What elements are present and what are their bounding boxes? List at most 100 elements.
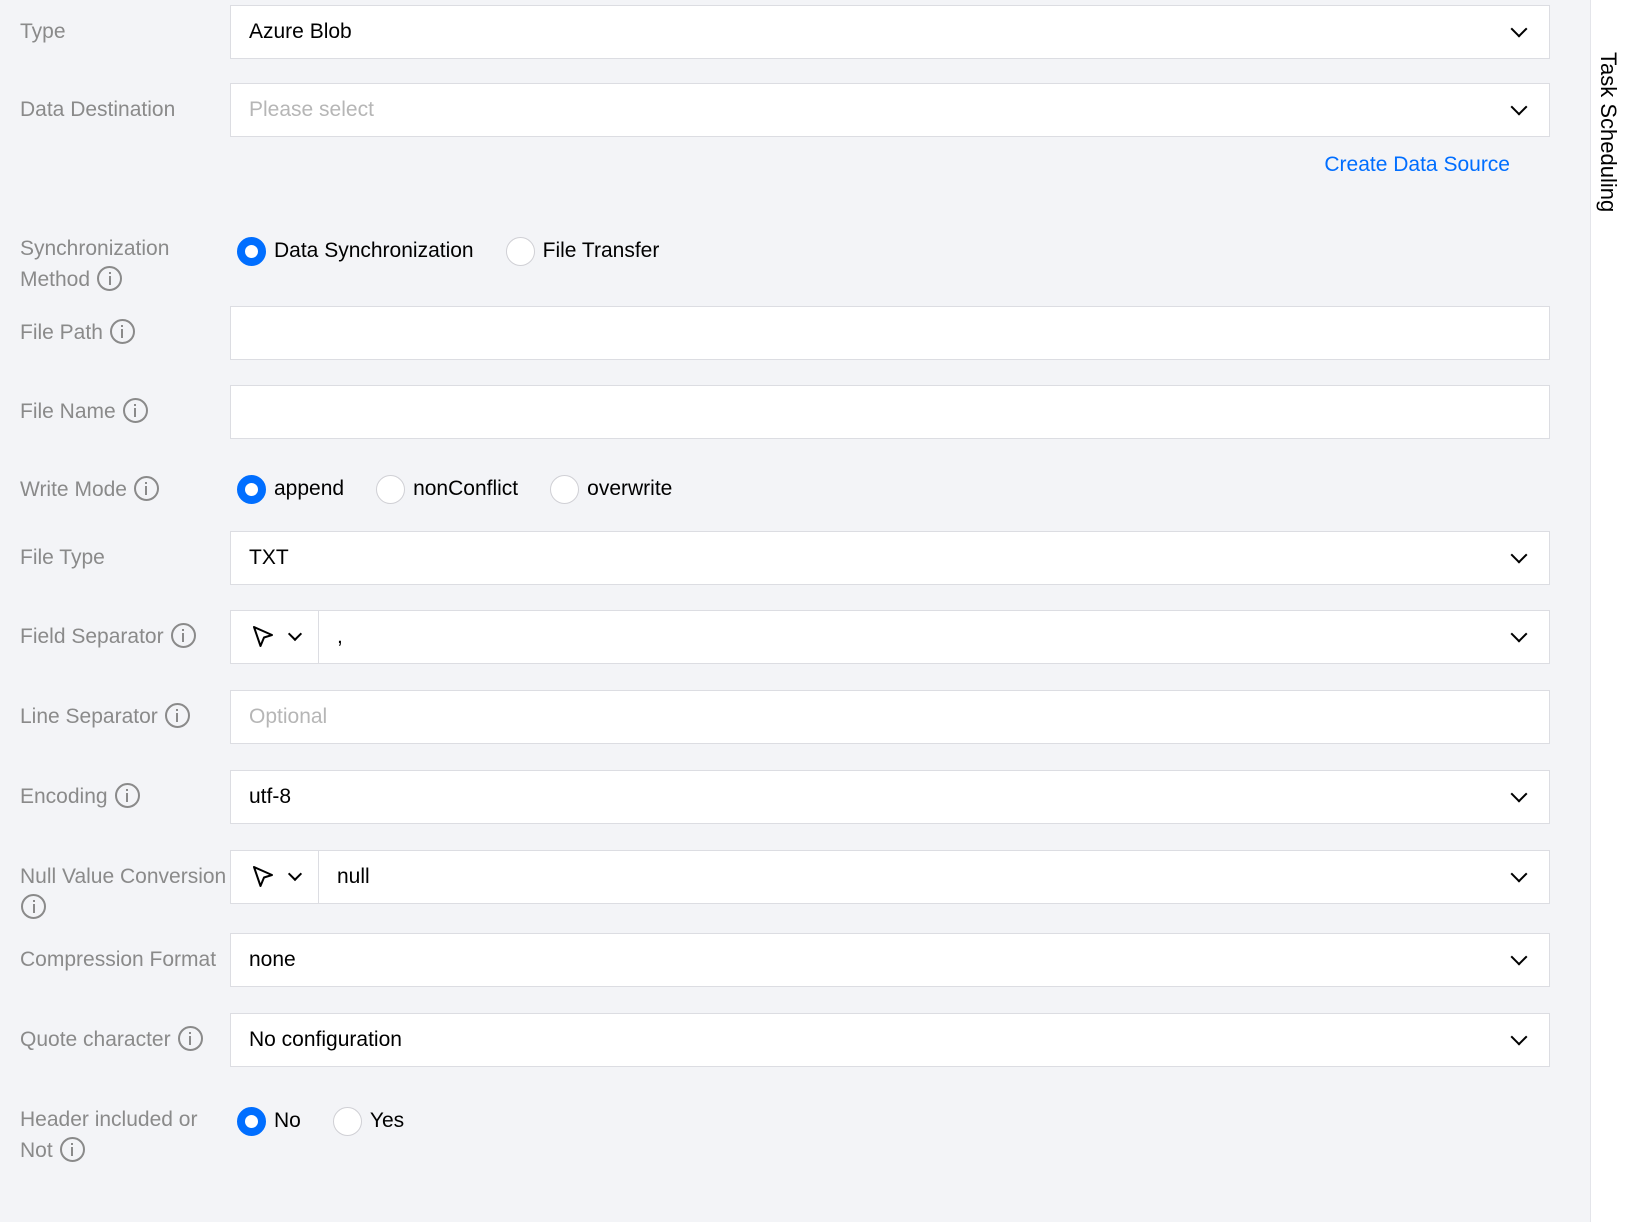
info-icon[interactable] (170, 623, 196, 648)
file-name-input[interactable] (230, 385, 1550, 439)
create-data-source-link[interactable]: Create Data Source (1324, 153, 1510, 177)
compression-format-label: Compression Format (20, 948, 217, 971)
null-value-conversion-value: null (337, 865, 370, 888)
radio-dot-checked (237, 236, 266, 266)
info-icon[interactable] (114, 783, 140, 808)
right-sidebar: Task Scheduling (1590, 0, 1626, 1222)
null-value-conversion-select[interactable]: null (319, 850, 1550, 904)
radio-label: nonConflict (413, 477, 519, 500)
radio-data-synchronization[interactable]: Data Synchronization (237, 236, 474, 266)
chevron-down-icon (1510, 785, 1528, 803)
field-separator-mode-select[interactable] (230, 610, 319, 664)
info-icon[interactable] (21, 894, 46, 919)
chevron-down-icon (1510, 625, 1528, 643)
info-icon[interactable] (59, 1137, 85, 1162)
radio-yes[interactable]: Yes (332, 1106, 405, 1136)
info-icon[interactable] (164, 703, 190, 728)
radio-label: Data Synchronization (274, 239, 474, 262)
data-destination-label: Data Destination (20, 98, 176, 121)
tab-task-scheduling[interactable]: Task Scheduling (1595, 52, 1621, 212)
header-included-label-line1: Header included or (20, 1108, 198, 1131)
info-icon[interactable] (122, 398, 148, 423)
write-mode-radio-group: append nonConflict overwrite (237, 472, 704, 506)
field-separator-control: , (230, 610, 1550, 664)
sync-method-radio-group: Data Synchronization File Transfer (237, 234, 691, 268)
radio-dot (550, 474, 580, 504)
info-icon[interactable] (177, 1026, 203, 1051)
chevron-down-icon (1510, 1028, 1528, 1046)
radio-append[interactable]: append (237, 474, 345, 504)
radio-label: Yes (369, 1109, 405, 1132)
info-icon[interactable] (97, 266, 123, 291)
type-label: Type (20, 20, 66, 43)
encoding-select[interactable]: utf-8 (230, 770, 1550, 824)
chevron-down-icon (1510, 98, 1528, 116)
header-included-label: Header included or Not (20, 1104, 230, 1166)
encoding-label-text: Encoding (20, 785, 108, 808)
field-separator-label-text: Field Separator (20, 625, 164, 648)
compression-format-select[interactable]: none (230, 933, 1550, 987)
radio-label: File Transfer (542, 239, 660, 262)
chevron-down-icon (1510, 546, 1528, 564)
radio-dot (505, 236, 535, 266)
null-value-conversion-label: Null Value Conversion (20, 861, 230, 923)
line-separator-input[interactable]: Optional (230, 690, 1550, 744)
sync-method-label: Synchronization Method (20, 233, 230, 295)
file-type-value: TXT (249, 546, 289, 569)
radio-dot (332, 1106, 362, 1136)
chevron-down-icon (287, 866, 303, 882)
quote-character-label: Quote character (20, 1024, 230, 1055)
chevron-down-icon (287, 626, 303, 642)
radio-label: append (274, 477, 345, 500)
info-icon[interactable] (133, 476, 159, 501)
radio-nonconflict[interactable]: nonConflict (376, 474, 519, 504)
cursor-icon (253, 626, 273, 647)
radio-overwrite[interactable]: overwrite (550, 474, 673, 504)
data-destination-select[interactable]: Please select (230, 83, 1550, 137)
sync-method-label-line1: Synchronization (20, 237, 170, 260)
file-path-label-text: File Path (20, 321, 103, 344)
radio-dot-checked (237, 1106, 266, 1136)
form-panel: Type Azure Blob Data Destination Please … (0, 0, 1590, 1222)
file-path-label: File Path (20, 317, 230, 348)
cursor-icon (253, 866, 273, 887)
quote-character-value: No configuration (249, 1028, 402, 1051)
type-value: Azure Blob (249, 20, 352, 43)
radio-no[interactable]: No (237, 1106, 301, 1136)
file-type-label: File Type (20, 546, 105, 569)
line-separator-label: Line Separator (20, 701, 230, 732)
chevron-down-icon (1510, 20, 1528, 38)
null-value-conversion-control: null (230, 850, 1550, 904)
file-type-select[interactable]: TXT (230, 531, 1550, 585)
compression-format-value: none (249, 948, 296, 971)
quote-character-label-text: Quote character (20, 1028, 171, 1051)
type-select[interactable]: Azure Blob (230, 5, 1550, 59)
file-name-label: File Name (20, 396, 230, 427)
data-destination-placeholder: Please select (249, 98, 374, 121)
write-mode-label-text: Write Mode (20, 478, 127, 501)
header-included-radio-group: No Yes (237, 1104, 436, 1138)
field-separator-label: Field Separator (20, 621, 230, 652)
field-separator-select[interactable]: , (319, 610, 1550, 664)
line-separator-placeholder: Optional (249, 705, 328, 728)
encoding-value: utf-8 (249, 785, 292, 808)
chevron-down-icon (1510, 865, 1528, 883)
quote-character-select[interactable]: No configuration (230, 1013, 1550, 1067)
write-mode-label: Write Mode (20, 474, 230, 505)
info-icon[interactable] (109, 319, 135, 344)
null-value-mode-select[interactable] (230, 850, 319, 904)
radio-file-transfer[interactable]: File Transfer (505, 236, 660, 266)
sync-method-label-line2: Method (20, 268, 91, 291)
radio-dot (376, 474, 406, 504)
file-path-input[interactable] (230, 306, 1550, 360)
radio-dot-checked (237, 474, 266, 504)
chevron-down-icon (1510, 948, 1528, 966)
file-name-label-text: File Name (20, 400, 116, 423)
field-separator-value: , (337, 625, 343, 648)
header-included-label-line2: Not (20, 1139, 53, 1162)
radio-label: No (274, 1109, 301, 1132)
null-value-conversion-label-text: Null Value Conversion (20, 865, 227, 888)
line-separator-label-text: Line Separator (20, 705, 158, 728)
encoding-label: Encoding (20, 781, 230, 812)
radio-label: overwrite (587, 477, 673, 500)
